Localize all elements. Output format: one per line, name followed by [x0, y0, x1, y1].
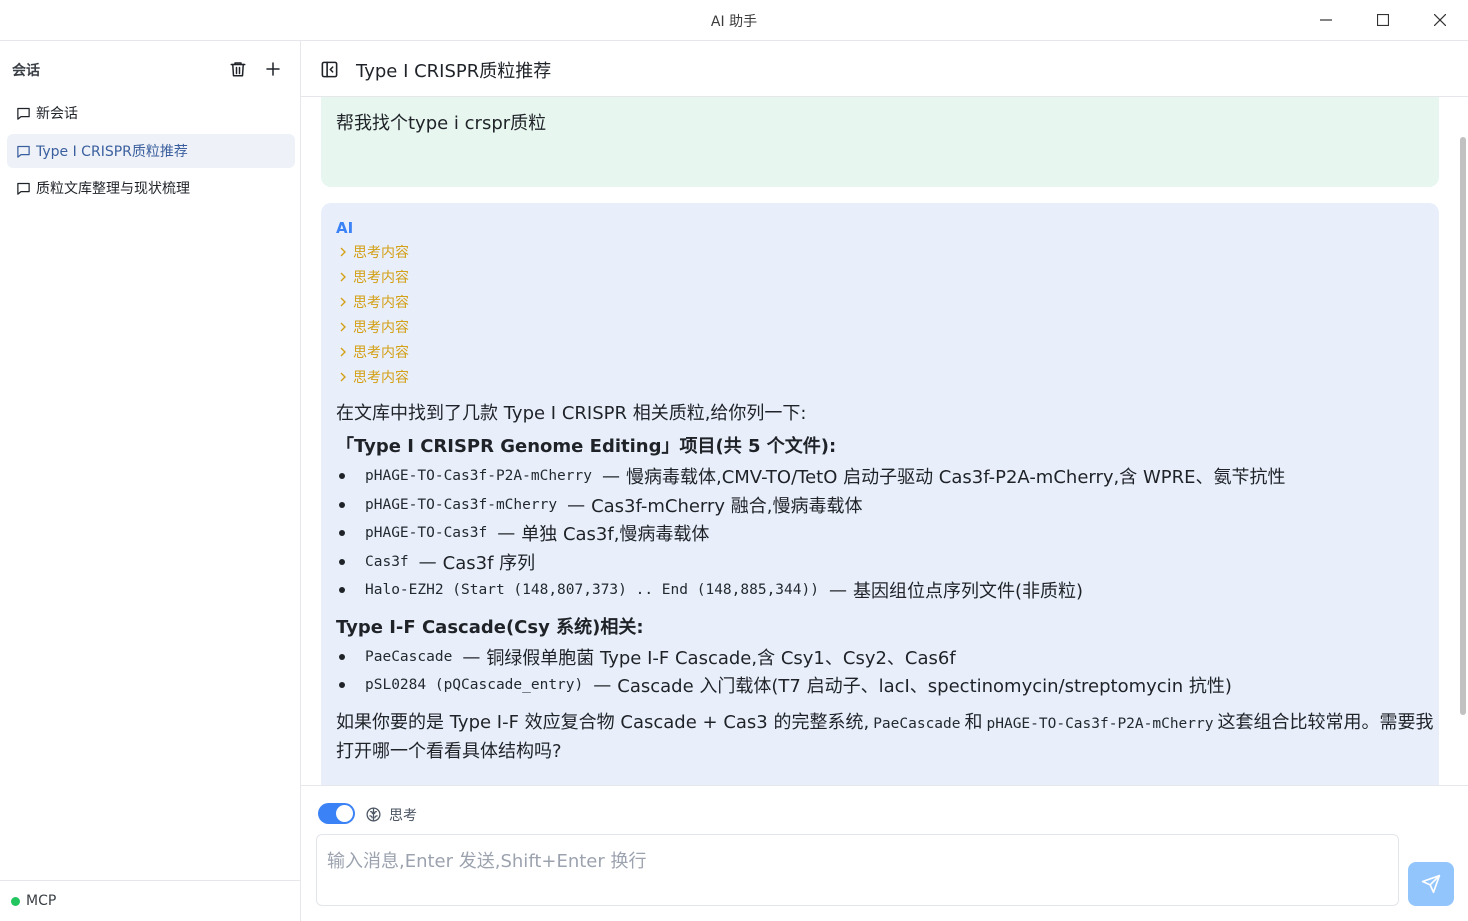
ai-message: AI 思考内容 思考内容 思考内容 思考内容 思考内容 思考内容 在文库中找到了… — [321, 203, 1439, 785]
chat-bubble-icon — [17, 145, 30, 158]
toggle-knob — [336, 805, 353, 822]
brain-icon — [363, 804, 383, 824]
ai-intro: 在文库中找到了几款 Type I CRISPR 相关质粒,给你列一下: — [336, 403, 807, 424]
chat-bubble-icon — [17, 107, 30, 120]
toggle-sidebar-button[interactable] — [318, 58, 340, 80]
section-heading: 「Type I CRISPR Genome Editing」项目(共 5 个文件… — [336, 436, 837, 457]
sidebar-title: 会话 — [12, 63, 40, 79]
chevron-right-icon — [340, 272, 346, 282]
list-item: pHAGE-TO-Cas3f-P2A-mCherry — 慢病毒载体,CMV-TO/… — [336, 463, 1286, 489]
mcp-status[interactable]: MCP — [0, 880, 300, 921]
plus-icon — [266, 62, 280, 76]
scrollbar[interactable] — [1458, 97, 1468, 785]
maximize-icon — [1377, 14, 1389, 26]
sidebar-toggle-icon — [321, 61, 337, 77]
message-role: AI — [336, 219, 354, 237]
chevron-right-icon — [340, 322, 346, 332]
trash-icon — [230, 62, 246, 77]
chevron-right-icon — [340, 297, 346, 307]
user-message: User 帮我找个type i crspr质粒 — [321, 97, 1439, 187]
close-button[interactable] — [1417, 0, 1463, 40]
sidebar-item-plasmid-library[interactable]: 质粒文库整理与现状梳理 — [7, 171, 295, 205]
thinking-block[interactable]: 思考内容 — [338, 267, 409, 287]
mcp-label: MCP — [26, 893, 57, 909]
sidebar-header: 会话 — [0, 41, 300, 96]
sidebar: 会话 新会话 Type I CRISPR质粒推荐 质粒文库整理与现状梳理 MCP — [0, 41, 301, 921]
list-item: pHAGE-TO-Cas3f — 单独 Cas3f,慢病毒载体 — [336, 520, 709, 546]
thinking-toggle[interactable] — [318, 803, 355, 824]
thinking-block[interactable]: 思考内容 — [338, 367, 409, 387]
section-heading: Type I-F Cascade(Csy 系统)相关: — [336, 617, 644, 638]
send-icon — [1421, 874, 1441, 894]
title-bar: AI 助手 — [0, 0, 1468, 41]
composer: 思考 — [301, 785, 1468, 921]
message-text: 帮我找个type i crspr质粒 — [336, 113, 547, 134]
list-item: Cas3f — Cas3f 序列 — [336, 549, 535, 575]
thinking-block[interactable]: 思考内容 — [338, 342, 409, 362]
minimize-button[interactable] — [1303, 0, 1349, 40]
thinking-block[interactable]: 思考内容 — [338, 317, 409, 337]
message-list[interactable]: User 帮我找个type i crspr质粒 AI 思考内容 思考内容 思考内… — [301, 97, 1458, 785]
sidebar-item-label: Type I CRISPR质粒推荐 — [36, 144, 188, 160]
delete-conversation-button[interactable] — [227, 58, 249, 80]
ai-closing: 如果你要的是 Type I-F 效应复合物 Cascade + Cas3 的完整… — [336, 712, 1434, 733]
list-item: Halo-EZH2 (Start (148,807,373) .. End (1… — [336, 577, 1083, 603]
thinking-block[interactable]: 思考内容 — [338, 242, 409, 262]
close-icon — [1434, 14, 1446, 26]
chevron-right-icon — [340, 347, 346, 357]
conversation-title: Type I CRISPR质粒推荐 — [356, 61, 552, 82]
message-input[interactable] — [316, 834, 1399, 906]
minimize-icon — [1320, 19, 1332, 21]
sidebar-item-label: 新会话 — [36, 106, 78, 122]
send-button[interactable] — [1408, 862, 1454, 906]
sidebar-item-type-i-crispr[interactable]: Type I CRISPR质粒推荐 — [7, 134, 295, 168]
list-item: PaeCascade — 铜绿假单胞菌 Type I-F Cascade,含 Csy… — [336, 644, 956, 670]
status-dot — [11, 896, 20, 906]
list-item: pHAGE-TO-Cas3f-mCherry — Cas3f-mCherry 融合,… — [336, 492, 863, 518]
chevron-right-icon — [340, 247, 346, 257]
chevron-right-icon — [340, 372, 346, 382]
thinking-label: 思考 — [389, 808, 417, 824]
list-item: pSL0284 (pQCascade_entry) — Cascade 入门载体(T… — [336, 672, 1232, 698]
conversation-header: Type I CRISPR质粒推荐 — [301, 41, 1468, 97]
thinking-block[interactable]: 思考内容 — [338, 292, 409, 312]
sidebar-item-new-conversation[interactable]: 新会话 — [7, 96, 295, 130]
scrollbar-thumb[interactable] — [1460, 137, 1466, 715]
new-conversation-button[interactable] — [262, 58, 284, 80]
maximize-button[interactable] — [1360, 0, 1406, 40]
chat-bubble-icon — [17, 182, 30, 195]
sidebar-item-label: 质粒文库整理与现状梳理 — [36, 181, 190, 197]
window-title: AI 助手 — [710, 14, 758, 30]
ai-closing-line2: 打开哪一个看看具体结构吗? — [336, 741, 562, 762]
